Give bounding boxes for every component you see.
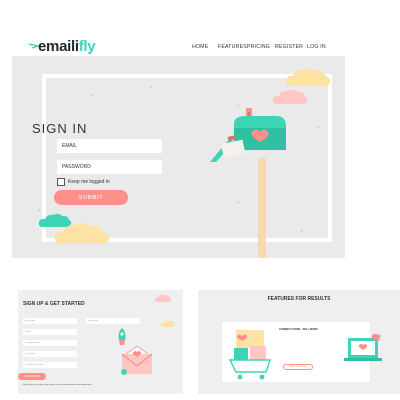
logo-text-dark: emaili (38, 38, 79, 55)
nav-pricing[interactable]: PRICING (247, 44, 270, 50)
nav-login[interactable]: LOG IN (307, 44, 326, 50)
sparkle-icon: + (317, 125, 320, 131)
firstname-field[interactable]: First name (23, 318, 77, 324)
submit-button[interactable]: SUBMIT (54, 190, 128, 205)
top-nav: emailifly HOME FEATURES PRICING REGISTER… (0, 0, 400, 56)
explore-button[interactable]: EXPLORE MORE (283, 364, 313, 370)
nav-features[interactable]: FEATURES (218, 44, 247, 50)
confirm-password-field[interactable]: Confirm Password (23, 362, 77, 368)
signup-note: By clicking this button, you agree to ou… (23, 384, 92, 386)
envelope-icon (121, 345, 153, 375)
nav-register[interactable]: REGISTER (275, 44, 303, 50)
cloud-icon (154, 294, 171, 302)
sparkle-icon: + (300, 229, 303, 235)
company-field[interactable]: Company name (23, 340, 77, 346)
nav-home[interactable]: HOME (192, 44, 208, 50)
signin-title: SIGN IN (32, 121, 88, 136)
sparkle-icon: + (90, 93, 93, 99)
password-field[interactable] (57, 160, 162, 174)
sparkle-icon: + (150, 85, 153, 91)
lastname-field[interactable]: Last name (86, 318, 140, 324)
brand-logo[interactable]: emailifly (38, 38, 96, 55)
email-field[interactable] (57, 139, 162, 153)
sparkle-icon: + (38, 208, 41, 214)
features-title: FEATURES FOR RESULTS (267, 296, 331, 302)
cloud-icon (285, 68, 331, 86)
remember-label: Keep me logged in (68, 179, 110, 185)
features-heading: CONNECT MORE · SELL MORE (279, 328, 318, 331)
shopping-cart-icon (228, 330, 271, 380)
cloud-icon (160, 320, 175, 327)
cloud-icon (272, 89, 308, 104)
cloud-icon (54, 222, 110, 244)
signup-button[interactable]: SIGN UP NOW (18, 373, 46, 380)
signup-title: SIGN UP & GET STARTED (23, 301, 85, 307)
mailbox-icon (210, 108, 286, 258)
email-signup-field[interactable]: Email (23, 329, 77, 335)
remember-checkbox[interactable] (57, 178, 65, 186)
logo-text-teal: fly (78, 38, 96, 55)
password-signup-field[interactable]: Password (23, 351, 77, 357)
laptop-icon (344, 334, 382, 361)
